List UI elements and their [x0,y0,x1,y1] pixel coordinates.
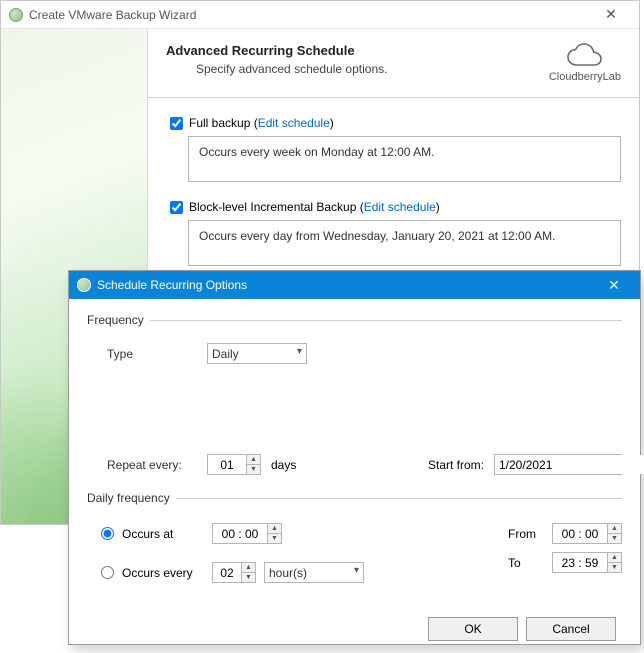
app-icon [77,278,91,292]
wizard-title: Create VMware Backup Wizard [29,8,196,22]
occurs-every-unit-select[interactable]: hour(s) [264,562,364,583]
dialog-title: Schedule Recurring Options [97,278,247,292]
daily-frequency-group: Daily frequency Occurs at ▲▼ Occurs ever… [87,491,622,599]
wizard-titlebar: Create VMware Backup Wizard ✕ [1,1,639,29]
spin-up-icon[interactable]: ▲ [247,455,260,465]
full-backup-checkbox[interactable] [170,117,183,130]
spin-down-icon[interactable]: ▼ [608,563,621,572]
repeat-unit: days [271,458,296,472]
incremental-backup-checkbox[interactable] [170,201,183,214]
frequency-group: Frequency Type Daily Repeat every: ▲▼ da… [87,313,622,489]
to-value[interactable] [553,553,607,572]
dialog-titlebar: Schedule Recurring Options ✕ [69,271,640,299]
occurs-every-radio[interactable] [101,566,114,579]
full-backup-label: Full backup (Edit schedule) [189,116,334,130]
spin-up-icon[interactable]: ▲ [242,563,255,573]
occurs-at-label: Occurs at [122,527,204,541]
incremental-backup-edit-link[interactable]: Edit schedule [364,200,436,214]
repeat-label: Repeat every: [107,458,197,472]
frequency-legend: Frequency [87,313,150,327]
occurs-at-value[interactable] [213,524,267,543]
full-backup-description: Occurs every week on Monday at 12:00 AM. [188,136,621,182]
brand-label: CloudberryLab [549,71,621,83]
occurs-every-value[interactable] [213,563,241,582]
full-backup-edit-link[interactable]: Edit schedule [258,116,330,130]
spin-down-icon[interactable]: ▼ [247,465,260,474]
close-icon[interactable]: ✕ [591,6,631,23]
ok-button[interactable]: OK [428,617,518,641]
from-time[interactable]: ▲▼ [552,523,622,544]
start-from-input[interactable]: 15 [494,454,622,475]
occurs-at-radio[interactable] [101,527,114,540]
occurs-at-time[interactable]: ▲▼ [212,523,282,544]
incremental-backup-row: Block-level Incremental Backup (Edit sch… [170,200,621,214]
incremental-backup-description: Occurs every day from Wednesday, January… [188,220,621,266]
page-heading: Advanced Recurring Schedule [166,43,541,58]
dialog-body: Frequency Type Daily Repeat every: ▲▼ da… [69,299,640,653]
from-label: From [508,527,544,541]
spin-up-icon[interactable]: ▲ [608,524,621,534]
full-backup-row: Full backup (Edit schedule) [170,116,621,130]
to-label: To [508,556,544,570]
schedule-dialog: Schedule Recurring Options ✕ Frequency T… [68,270,641,645]
spin-up-icon[interactable]: ▲ [268,524,281,534]
spin-down-icon[interactable]: ▼ [242,573,255,582]
daily-frequency-legend: Daily frequency [87,491,176,505]
start-from-label: Start from: [428,458,484,472]
dialog-close-icon[interactable]: ✕ [596,277,632,294]
spin-up-icon[interactable]: ▲ [608,553,621,563]
spin-down-icon[interactable]: ▼ [608,534,621,543]
brand: CloudberryLab [549,43,621,83]
to-time[interactable]: ▲▼ [552,552,622,573]
start-from-value[interactable] [495,455,644,474]
cancel-button[interactable]: Cancel [526,617,616,641]
type-label: Type [107,347,197,361]
spin-down-icon[interactable]: ▼ [268,534,281,543]
repeat-spinner[interactable]: ▲▼ [207,454,261,475]
type-select[interactable]: Daily [207,343,307,364]
occurs-every-spinner[interactable]: ▲▼ [212,562,256,583]
divider [148,97,639,98]
repeat-value[interactable] [208,455,246,474]
occurs-every-label: Occurs every [122,566,204,580]
cloud-icon [563,43,607,69]
from-value[interactable] [553,524,607,543]
incremental-backup-label: Block-level Incremental Backup (Edit sch… [189,200,440,214]
app-icon [9,8,23,22]
page-subheading: Specify advanced schedule options. [196,62,541,76]
